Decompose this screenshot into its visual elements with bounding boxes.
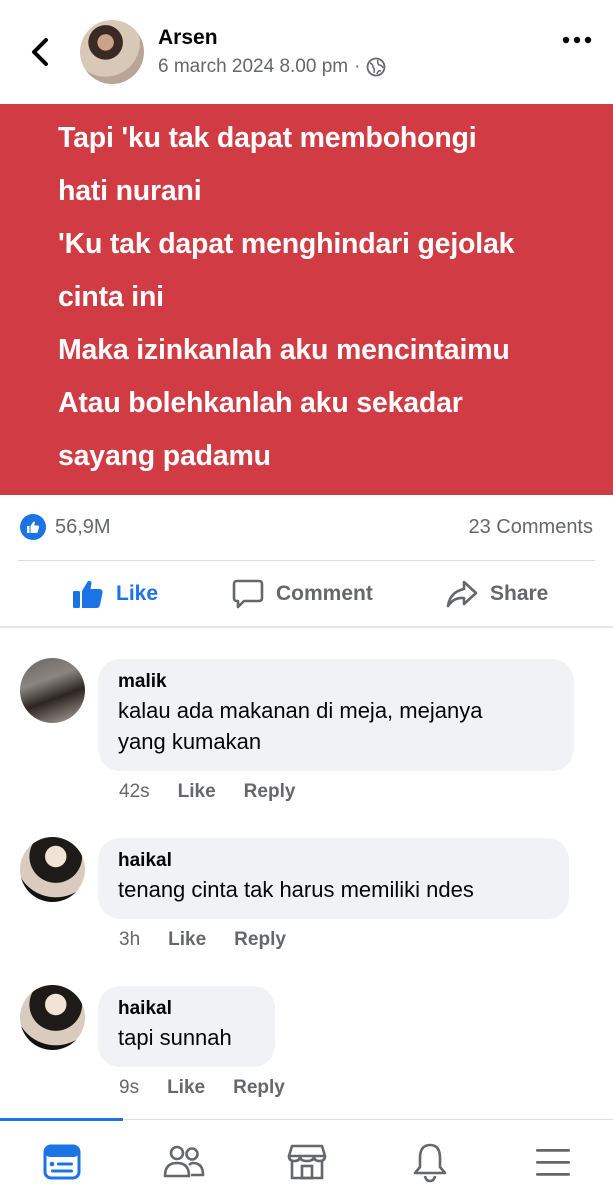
post-line: 'Ku tak dapat menghindari gejolak	[58, 228, 515, 260]
commenter-avatar[interactable]	[20, 658, 85, 723]
author-avatar[interactable]	[80, 20, 144, 84]
post-line: Atau bolehkanlah aku sekadar	[58, 387, 463, 419]
comment-bubble: malik kalau ada makanan di meja, mejanya…	[98, 659, 574, 771]
share-button[interactable]: Share	[446, 562, 548, 626]
post-line: sayang padamu	[58, 440, 271, 472]
bottom-navigation	[0, 1118, 613, 1200]
post-line: hati nurani	[58, 175, 202, 207]
share-label: Share	[490, 582, 549, 605]
commenter-name[interactable]: haikal	[118, 996, 255, 1022]
post-line: Maka izinkanlah aku mencintaimu	[58, 334, 510, 366]
chevron-left-icon	[32, 38, 48, 66]
active-tab-indicator	[0, 1118, 123, 1121]
section-divider	[0, 626, 613, 628]
comment-like-button[interactable]: Like	[178, 781, 216, 803]
comment-bubble-icon	[232, 579, 264, 609]
more-options-button[interactable]	[559, 28, 595, 52]
divider	[18, 560, 595, 561]
comment-bubble: haikal tenang cinta tak harus memiliki n…	[98, 838, 569, 919]
post-line: cinta ini	[58, 281, 164, 313]
friends-icon	[163, 1145, 205, 1178]
comment-reply-button[interactable]: Reply	[244, 781, 296, 803]
marketplace-icon	[287, 1144, 327, 1180]
comment-text: tenang cinta tak harus memiliki ndes	[118, 877, 474, 902]
post-line: Tapi 'ku tak dapat membohongi	[58, 122, 477, 154]
reactions-summary: 56,9M 23 Comments	[0, 495, 613, 561]
author-name[interactable]: Arsen	[158, 26, 218, 50]
comment-count[interactable]: 23 Comments	[469, 516, 594, 539]
comment-text: kalau ada makanan di meja, mejanya	[118, 698, 483, 723]
comment-label: Comment	[276, 582, 373, 605]
commenter-name[interactable]: malik	[118, 669, 554, 695]
post-header: Arsen 6 march 2024 8.00 pm ·	[0, 0, 613, 104]
nav-notifications[interactable]	[405, 1138, 455, 1186]
meta-separator: ·	[354, 56, 361, 77]
comment-bubble: haikal tapi sunnah	[98, 986, 275, 1067]
comment-time: 3h	[119, 929, 141, 950]
comment-reply-button[interactable]: Reply	[233, 1077, 285, 1099]
comment-time: 9s	[119, 1077, 140, 1098]
comment-reply-button[interactable]: Reply	[234, 929, 286, 951]
comment-time: 42s	[119, 781, 150, 802]
nav-friends[interactable]	[159, 1138, 209, 1186]
like-button[interactable]: Like	[72, 562, 158, 626]
commenter-avatar[interactable]	[20, 837, 85, 902]
more-dots-icon	[562, 36, 592, 44]
like-reaction-icon[interactable]	[20, 514, 46, 540]
comment-like-button[interactable]: Like	[168, 929, 206, 951]
post-meta: 6 march 2024 8.00 pm ·	[158, 56, 386, 78]
comment-meta: 9s Like Reply	[119, 1077, 285, 1099]
share-arrow-icon	[446, 580, 478, 608]
reaction-count[interactable]: 56,9M	[55, 516, 111, 539]
thumbs-up-icon	[73, 580, 103, 608]
post-actions-bar: Like Comment Share	[0, 562, 613, 626]
nav-feed[interactable]	[37, 1138, 87, 1186]
notifications-bell-icon	[413, 1143, 447, 1183]
post-timestamp[interactable]: 6 march 2024 8.00 pm	[158, 56, 348, 78]
comment-meta: 3h Like Reply	[119, 929, 286, 951]
comment-meta: 42s Like Reply	[119, 781, 295, 803]
like-label: Like	[116, 582, 159, 605]
hamburger-menu-icon	[536, 1149, 570, 1176]
clipped-text-fragment	[200, 104, 520, 108]
back-button[interactable]	[22, 32, 58, 72]
comment-text: tapi sunnah	[118, 1025, 232, 1050]
nav-menu[interactable]	[528, 1138, 578, 1186]
commenter-name[interactable]: haikal	[118, 848, 549, 874]
commenter-avatar[interactable]	[20, 985, 85, 1050]
nav-marketplace[interactable]	[282, 1138, 332, 1186]
feed-icon	[43, 1144, 81, 1180]
globe-icon	[367, 57, 386, 77]
comment-like-button[interactable]: Like	[167, 1077, 205, 1099]
comment-button[interactable]: Comment	[232, 562, 373, 626]
comment-text: yang kumakan	[118, 729, 262, 754]
post-text-card[interactable]: Tapi 'ku tak dapat membohongi hati nuran…	[0, 104, 613, 495]
